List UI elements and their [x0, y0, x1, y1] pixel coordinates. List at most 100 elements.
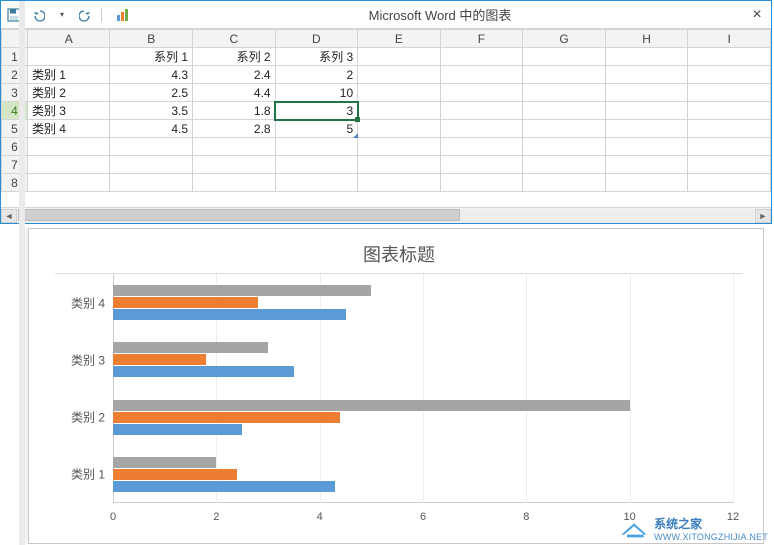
cell[interactable] — [605, 174, 688, 192]
cell[interactable]: 2.4 — [193, 66, 276, 84]
cell[interactable]: 系列 2 — [193, 48, 276, 66]
cell[interactable] — [193, 138, 276, 156]
bar-系列 1[interactable] — [113, 309, 346, 320]
cell[interactable] — [688, 66, 771, 84]
col-header[interactable]: A — [27, 30, 110, 48]
cell[interactable] — [523, 66, 606, 84]
cell[interactable]: 类别 3 — [27, 102, 110, 120]
col-header[interactable]: C — [193, 30, 276, 48]
scroll-track[interactable] — [18, 209, 754, 223]
cell[interactable] — [688, 102, 771, 120]
cell[interactable] — [440, 66, 523, 84]
cell[interactable]: 4.4 — [193, 84, 276, 102]
cell[interactable]: 2 — [275, 66, 358, 84]
bar-系列 2[interactable] — [113, 354, 206, 365]
cell[interactable] — [688, 120, 771, 138]
undo-icon[interactable] — [29, 6, 47, 24]
redo-icon[interactable] — [77, 6, 95, 24]
cell[interactable] — [440, 174, 523, 192]
cell[interactable] — [523, 84, 606, 102]
cell[interactable] — [358, 174, 441, 192]
cell[interactable] — [523, 156, 606, 174]
cell[interactable] — [605, 138, 688, 156]
cell[interactable] — [605, 102, 688, 120]
col-header[interactable]: H — [605, 30, 688, 48]
bar-系列 3[interactable] — [113, 342, 268, 353]
cell[interactable] — [358, 102, 441, 120]
cell[interactable] — [358, 138, 441, 156]
bar-系列 2[interactable] — [113, 412, 340, 423]
cell[interactable] — [523, 174, 606, 192]
cell[interactable]: 系列 3 — [275, 48, 358, 66]
cell-selected[interactable]: 3 — [275, 102, 358, 120]
cell[interactable] — [110, 174, 193, 192]
cell[interactable] — [440, 138, 523, 156]
cell[interactable] — [193, 174, 276, 192]
cell[interactable] — [688, 84, 771, 102]
horizontal-scrollbar[interactable]: ◄ ► — [1, 207, 771, 223]
col-header[interactable]: F — [440, 30, 523, 48]
cell[interactable]: 类别 1 — [27, 66, 110, 84]
cell[interactable]: 4.5 — [110, 120, 193, 138]
dropdown-icon[interactable]: ▾ — [53, 6, 71, 24]
cell[interactable] — [688, 156, 771, 174]
cell[interactable] — [688, 174, 771, 192]
cell[interactable] — [193, 156, 276, 174]
cell[interactable] — [523, 138, 606, 156]
cell[interactable] — [605, 48, 688, 66]
chart-icon[interactable] — [115, 6, 133, 24]
chart-title[interactable]: 图表标题 — [55, 241, 743, 267]
cell[interactable]: 3.5 — [110, 102, 193, 120]
cell[interactable] — [275, 138, 358, 156]
close-icon[interactable]: × — [743, 6, 771, 24]
cell[interactable] — [440, 156, 523, 174]
cell[interactable] — [605, 120, 688, 138]
cell[interactable] — [358, 120, 441, 138]
cell[interactable]: 2.5 — [110, 84, 193, 102]
scroll-thumb[interactable] — [18, 209, 460, 221]
cell[interactable] — [440, 84, 523, 102]
col-header[interactable]: B — [110, 30, 193, 48]
cell[interactable] — [440, 48, 523, 66]
cell[interactable] — [110, 156, 193, 174]
cell[interactable] — [358, 48, 441, 66]
col-header[interactable]: E — [358, 30, 441, 48]
cell[interactable] — [605, 84, 688, 102]
bar-系列 2[interactable] — [113, 469, 237, 480]
cell[interactable] — [605, 156, 688, 174]
cell[interactable] — [523, 102, 606, 120]
bar-系列 3[interactable] — [113, 400, 630, 411]
cell[interactable] — [523, 48, 606, 66]
cell[interactable] — [27, 138, 110, 156]
scroll-right-icon[interactable]: ► — [755, 209, 771, 223]
cell[interactable] — [27, 174, 110, 192]
cell[interactable]: 2.8 — [193, 120, 276, 138]
cell[interactable] — [110, 138, 193, 156]
cell[interactable] — [275, 156, 358, 174]
bar-系列 3[interactable] — [113, 457, 216, 468]
cell[interactable] — [358, 66, 441, 84]
cell[interactable] — [440, 102, 523, 120]
cell[interactable] — [358, 84, 441, 102]
bar-系列 2[interactable] — [113, 297, 258, 308]
chart-object[interactable]: 图表标题 024681012类别 4类别 3类别 2类别 1 — [55, 241, 743, 539]
cell[interactable]: 4.3 — [110, 66, 193, 84]
cell[interactable]: 类别 2 — [27, 84, 110, 102]
scroll-left-icon[interactable]: ◄ — [1, 209, 17, 223]
cell[interactable] — [688, 48, 771, 66]
bar-系列 1[interactable] — [113, 424, 242, 435]
cell[interactable] — [27, 156, 110, 174]
cell[interactable] — [688, 138, 771, 156]
bar-系列 1[interactable] — [113, 481, 335, 492]
cell[interactable]: 类别 4 — [27, 120, 110, 138]
cell[interactable] — [605, 66, 688, 84]
cell[interactable] — [275, 174, 358, 192]
bar-系列 1[interactable] — [113, 366, 294, 377]
col-header[interactable]: I — [688, 30, 771, 48]
cell[interactable]: 系列 1 — [110, 48, 193, 66]
cell[interactable]: 5 — [275, 120, 358, 138]
bar-系列 3[interactable] — [113, 285, 371, 296]
cell[interactable] — [358, 156, 441, 174]
cell[interactable] — [523, 120, 606, 138]
cell[interactable] — [440, 120, 523, 138]
